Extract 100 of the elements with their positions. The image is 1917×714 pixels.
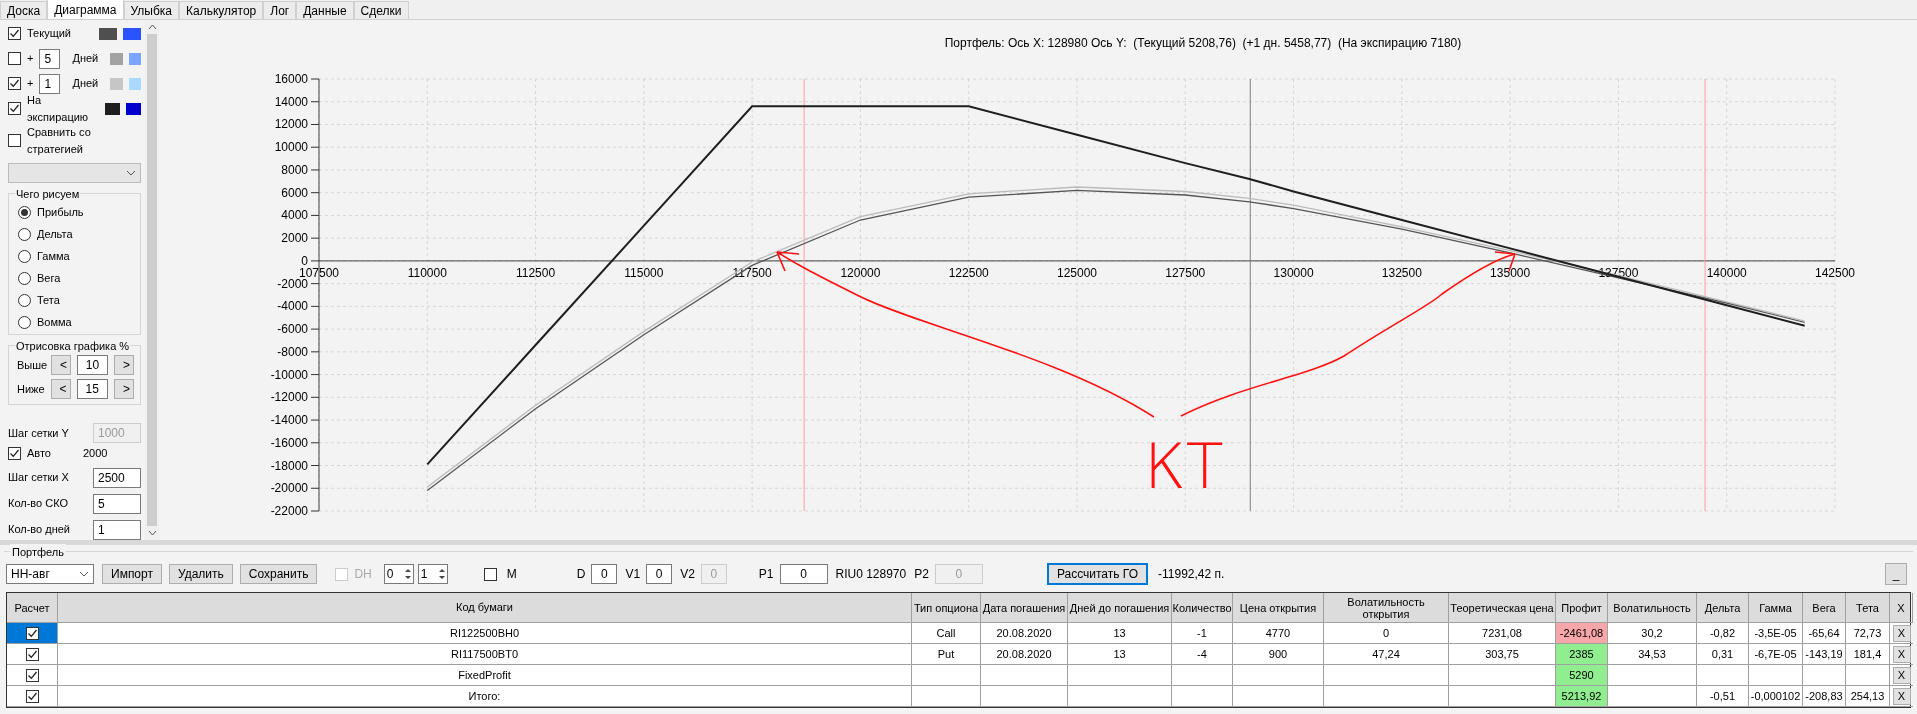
x-tick-label: 130000 [1273,265,1314,280]
column-header[interactable]: Цена открытия [1233,593,1324,623]
column-header[interactable]: X [1890,593,1913,623]
table-cell: Call [912,623,981,644]
column-header[interactable]: Количество [1172,593,1233,623]
table-cell: RI117500BT0 [58,644,912,665]
compare-label: Сравнить со стратегией [27,125,92,157]
input-field[interactable]: 1 [93,519,141,540]
tab[interactable]: Калькулятор [179,1,264,19]
column-header[interactable]: Волатильность открытия [1324,593,1449,623]
tab[interactable]: Данные [296,1,354,19]
input-field[interactable]: 5 [93,493,141,514]
delete-button[interactable]: X [1892,624,1911,642]
column-header[interactable]: Вега [1803,593,1846,623]
y-tick-label: 12000 [274,117,308,132]
decrease-button[interactable]: < [50,379,71,399]
column-header[interactable]: Дата погашения [981,593,1068,623]
y-tick-label: -22000 [270,504,308,518]
spin-field[interactable]: 1 [417,564,448,584]
table-cell: -3,5E-05 [1749,623,1803,644]
y-tick-label: -10000 [270,367,308,382]
column-header[interactable]: Волатильность [1608,593,1697,623]
table-cell: 181,4 [1846,644,1890,665]
calc-margin-button[interactable]: Рассчитать ГО [1046,563,1149,585]
table-cell: RI122500BH0 [58,623,912,644]
table-cell: -0,82 [1697,623,1749,644]
grid-x-label: Шаг сетки X [8,470,69,486]
profit-cell: -2461,08 [1556,623,1608,644]
tab[interactable]: Сделки [353,1,409,19]
input-field[interactable]: 5 [39,48,61,69]
y-tick-label: -12000 [270,390,308,405]
y-tick-label: -16000 [270,435,308,450]
x-tick-label: 125000 [1057,265,1097,280]
option-label: Тета [37,292,60,308]
margin-value: -11992,42 п. [1158,566,1225,583]
profit-cell: 2385 [1556,644,1608,665]
button[interactable]: Импорт [102,564,162,584]
days-label: Дней [72,51,99,67]
y-tick-label: 0 [301,253,308,268]
tab[interactable]: Диаграмма [47,0,124,19]
table-cell: -208,83 [1803,686,1846,707]
table-cell: 13 [1068,644,1172,665]
input-field[interactable]: 0 [779,564,828,584]
decrease-button[interactable]: < [51,355,71,375]
delete-button[interactable]: X [1892,687,1911,705]
tab[interactable]: Улыбка [123,1,180,19]
table-cell: -65,64 [1803,623,1846,644]
column-header[interactable]: Тета [1846,593,1890,623]
param-label: P2 [914,566,929,583]
increase-button[interactable]: > [114,379,134,399]
input-field[interactable]: 1 [39,73,61,94]
button[interactable]: Сохранить [239,564,318,584]
x-tick-label: 135000 [1490,265,1531,280]
auto-label: Авто [27,446,52,461]
table-cell: Итого: [58,686,912,707]
column-header[interactable]: Гамма [1749,593,1803,623]
y-tick-label: 10000 [274,140,308,155]
grid-y-label: Шаг сетки Y [8,425,69,441]
button[interactable]: Удалить [168,564,233,584]
table-cell: 13 [1068,623,1172,644]
y-tick-label: 14000 [274,94,308,109]
minimize-button[interactable]: _ [1885,563,1907,585]
spin-field[interactable]: 0 [383,564,414,584]
table-cell: Put [912,644,981,665]
underlying-label: RIU0 128970 [835,566,907,583]
table-cell: 72,73 [1846,623,1890,644]
increase-button[interactable]: > [114,355,134,375]
table-cell: -4 [1172,644,1233,665]
portfolio-dropdown[interactable]: НН-авг [6,564,94,584]
column-header[interactable]: Дней до погашения [1068,593,1172,623]
table-cell: 47,24 [1324,644,1449,665]
column-header[interactable]: Код бумаги [58,593,912,623]
input-field[interactable]: 10 [77,355,108,375]
option-label: Вомма [37,314,72,330]
plus-label: + [27,76,34,92]
table-cell: -0,51 [1697,686,1749,707]
input-field[interactable]: 0 [646,564,673,584]
tab[interactable]: Доска [0,1,48,19]
table-cell: 0,31 [1697,644,1749,665]
input-field[interactable]: 15 [76,379,108,399]
delete-button[interactable]: X [1892,666,1911,684]
input-field[interactable]: 2500 [93,467,141,488]
y-tick-label: -18000 [270,458,308,473]
y-tick-label: -14000 [270,413,308,428]
range-label: Ниже [17,381,45,397]
column-header[interactable]: Тип опциона [912,593,981,623]
auto-value: 2000 [83,446,108,461]
param-label: V1 [625,566,641,583]
days-count-label: Кол-во дней [8,522,70,538]
table-cell: -1 [1172,623,1233,644]
tab[interactable]: Лог [263,1,297,19]
option-label: Вега [37,270,61,286]
x-tick-label: 127500 [1165,265,1206,280]
x-tick-label: 140000 [1706,265,1747,280]
input-field[interactable]: 0 [591,564,618,584]
param-label: V2 [680,566,695,583]
column-header[interactable]: Теоретическая цена [1449,593,1556,623]
table-cell: -6,7E-05 [1749,644,1803,665]
column-header[interactable]: Дельта [1697,593,1749,623]
delete-button[interactable]: X [1892,645,1911,663]
